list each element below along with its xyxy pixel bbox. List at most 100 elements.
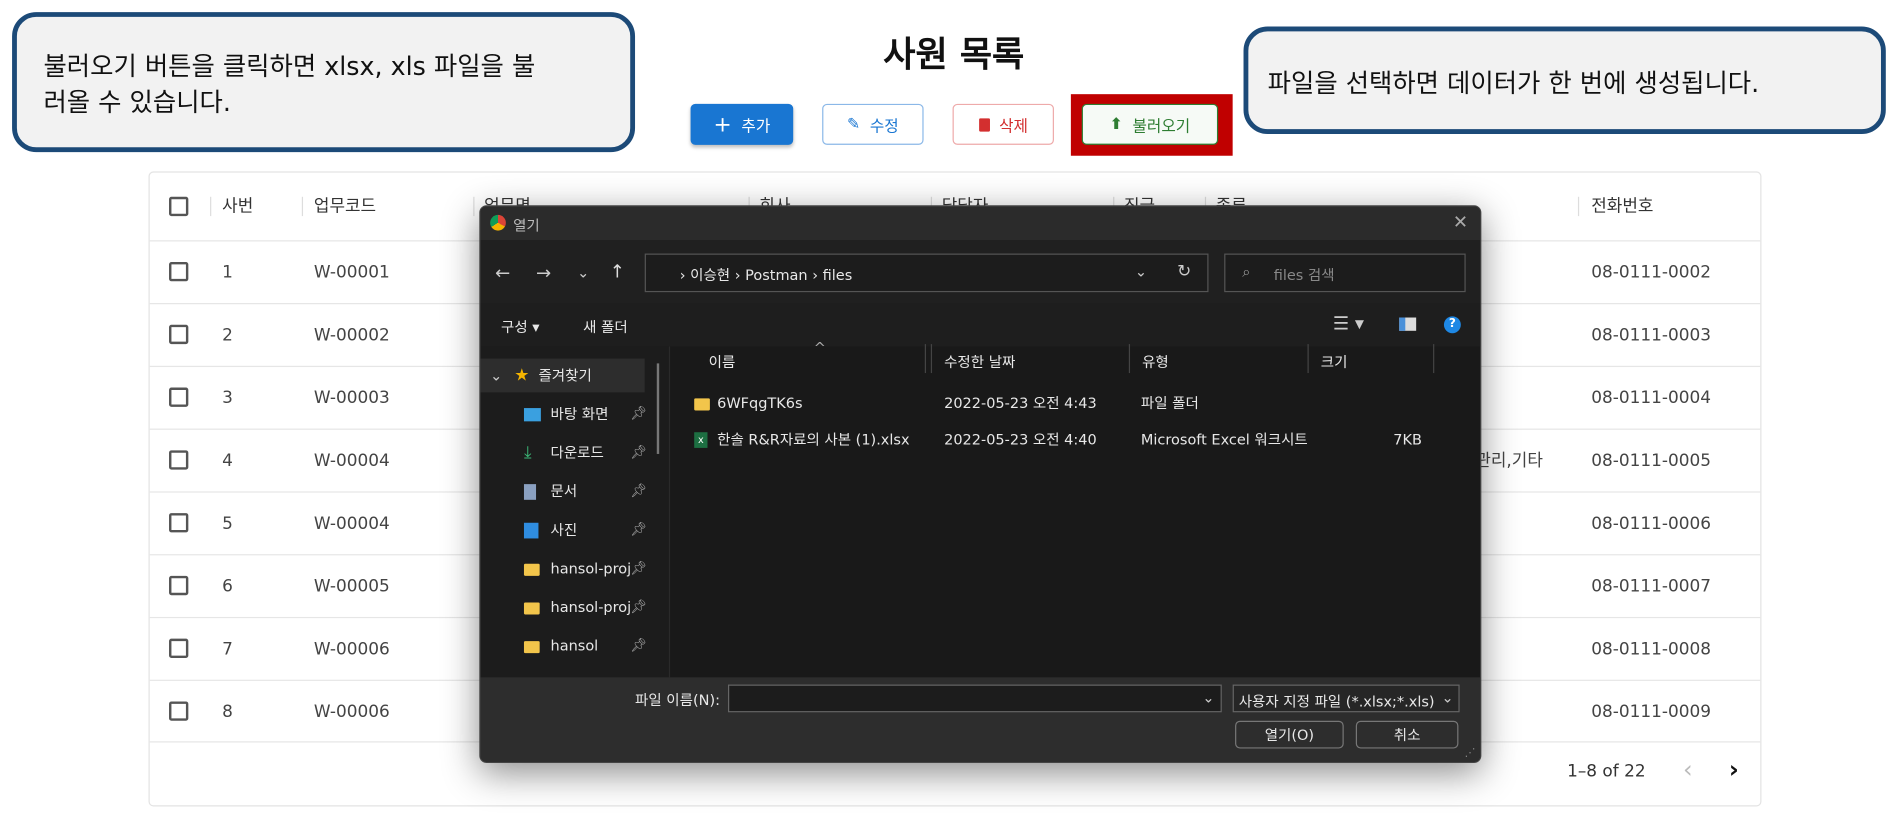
cell-id: 1 (222, 263, 233, 283)
cell-phone: 08-0111-0006 (1591, 514, 1711, 534)
filename-input[interactable]: ⌄ (728, 684, 1222, 713)
row-checkbox[interactable] (169, 638, 189, 658)
path-segment[interactable]: files (823, 267, 853, 284)
file-column-header[interactable]: 수정한 날짜 (944, 351, 1015, 372)
chevron-down-icon: ⌄ (1441, 689, 1454, 707)
row-checkbox[interactable] (169, 324, 189, 345)
trash-icon (978, 117, 990, 131)
nav-item-label: 다운로드 (550, 444, 604, 462)
nav-item[interactable]: 문서 📌︎ (481, 474, 647, 508)
cell-id: 6 (222, 577, 233, 597)
cell-phone: 08-0111-0008 (1591, 639, 1711, 660)
cell-code: W-00004 (313, 514, 390, 534)
organize-menu[interactable]: 구성 ▾ (501, 316, 540, 337)
pin-icon: 📌︎ (630, 405, 648, 422)
nav-item[interactable]: ⤓ 다운로드 📌︎ (481, 436, 648, 470)
search-placeholder: files 검색 (1273, 266, 1335, 284)
file-type: Microsoft Excel 워크시트 (1140, 431, 1308, 448)
pin-icon: 📌︎ (630, 444, 648, 460)
column-header[interactable]: 전화번호 (1591, 173, 1653, 241)
row-checkbox[interactable] (169, 513, 189, 533)
dialog-title: 열기 (513, 217, 540, 235)
chevron-down-icon[interactable]: ⌄ (1202, 689, 1214, 706)
row-checkbox[interactable] (169, 450, 189, 470)
folder-icon (523, 552, 540, 586)
import-button[interactable]: ⬆ 불러오기 (1081, 103, 1219, 145)
file-column-header[interactable]: 유형 (1142, 351, 1169, 372)
nav-item-label: 즐겨찾기 (538, 367, 592, 384)
plus-icon: + (713, 111, 732, 138)
nav-item-label: 바탕 화면 (550, 405, 609, 423)
download-icon: ⤓ (523, 443, 532, 463)
cell-code: W-00006 (313, 639, 390, 660)
nav-item[interactable]: hansol-proje📌︎ (481, 590, 647, 624)
expand-icon[interactable]: ⌄ (490, 359, 502, 393)
row-checkbox[interactable] (169, 575, 189, 596)
recent-chevron-icon[interactable]: ⌄ (577, 264, 589, 281)
column-header[interactable]: 업무코드 (314, 173, 376, 241)
prev-page-icon[interactable]: ‹ (1683, 755, 1693, 784)
file-column-header[interactable]: 크기 (1321, 351, 1348, 372)
next-page-icon[interactable]: › (1729, 755, 1739, 784)
sort-ascending-icon: ^ (813, 339, 826, 357)
help-icon[interactable]: ? (1443, 316, 1461, 334)
back-icon[interactable]: ← (495, 262, 510, 284)
breadcrumb: › 이승현 › Postman › files (679, 266, 853, 284)
cell-type: 관리,기타 (1475, 451, 1543, 471)
callout-right: 파일을 선택하면 데이터가 한 번에 생성됩니다. (1243, 26, 1886, 135)
nav-item[interactable]: 바탕 화면 📌︎ (481, 397, 648, 431)
pin-icon: 📌︎ (630, 521, 648, 538)
pin-icon: 📌︎ (630, 637, 648, 654)
refresh-icon[interactable]: ↻ (1177, 262, 1191, 281)
pictures-icon (523, 513, 539, 547)
new-folder-button[interactable]: 새 폴더 (583, 316, 628, 337)
star-icon: ★ (514, 365, 530, 386)
search-input[interactable]: ⌕ files 검색 (1224, 253, 1466, 293)
file-row[interactable]: x 한솔 R&R자료의 사본 (1).xlsx 2022-05-23 오전 4:… (674, 424, 1447, 455)
preview-pane-icon[interactable] (1399, 317, 1417, 331)
page-title: 사원 목록 (883, 33, 1025, 75)
file-type-select[interactable]: 사용자 지정 파일 (*.xlsx;*.xls) ⌄ (1232, 684, 1460, 713)
nav-item[interactable]: 사진 📌︎ (481, 513, 648, 547)
delete-button[interactable]: 삭제 (952, 103, 1054, 145)
add-button[interactable]: + 추가 (690, 103, 794, 145)
up-icon[interactable]: ↑ (610, 261, 625, 283)
chevron-down-icon[interactable]: ⌄ (1135, 263, 1147, 280)
address-bar[interactable]: › 이승현 › Postman › files ⌄ ↻ (644, 253, 1209, 293)
nav-item[interactable]: hansol-proje📌︎ (481, 552, 648, 586)
folder-icon (694, 397, 710, 410)
open-button[interactable]: 열기(O) (1235, 720, 1344, 749)
delete-label: 삭제 (999, 117, 1028, 136)
dialog-titlebar: 열기 ✕ (480, 206, 1481, 241)
cancel-button[interactable]: 취소 (1355, 720, 1459, 749)
search-icon: ⌕ (1242, 263, 1251, 281)
view-list-icon[interactable]: ☰ ▾ (1333, 313, 1364, 335)
path-segment[interactable]: Postman (745, 267, 807, 284)
cell-code: W-00004 (313, 451, 390, 471)
edit-button[interactable]: ✎ 수정 (822, 103, 924, 145)
resize-grip-icon[interactable]: ⋰ (1464, 747, 1475, 759)
cell-code: W-00006 (313, 702, 390, 722)
cell-id: 5 (222, 514, 233, 534)
cell-id: 8 (222, 702, 233, 722)
filename-label: 파일 이름(N): (635, 691, 720, 709)
close-icon[interactable]: ✕ (1453, 211, 1468, 233)
row-checkbox[interactable] (169, 701, 189, 721)
column-header[interactable]: 사번 (222, 173, 253, 241)
row-checkbox[interactable] (169, 261, 189, 282)
file-column-header[interactable]: 이름 (709, 351, 736, 372)
path-segment[interactable]: 이승현 (690, 267, 730, 284)
forward-icon[interactable]: → (536, 262, 551, 284)
folder-icon (523, 590, 540, 624)
pin-icon: 📌︎ (630, 560, 648, 576)
scrollbar[interactable] (656, 363, 660, 454)
nav-item[interactable]: hansol 📌︎ (481, 629, 648, 663)
cell-id: 2 (222, 325, 233, 346)
row-checkbox[interactable] (169, 387, 189, 407)
cell-code: W-00002 (313, 325, 390, 346)
file-row[interactable]: 6WFqgTK6s 2022-05-23 오전 4:43 파일 폴더 (674, 388, 1447, 419)
callout-left: 불러오기 버튼을 클릭하면 xlsx, xls 파일을 불 러올 수 있습니다. (12, 12, 636, 153)
select-all-checkbox[interactable] (169, 196, 189, 217)
nav-item[interactable]: ⌄ ★ 즐겨찾기 (480, 358, 645, 393)
cell-code: W-00005 (313, 577, 390, 597)
